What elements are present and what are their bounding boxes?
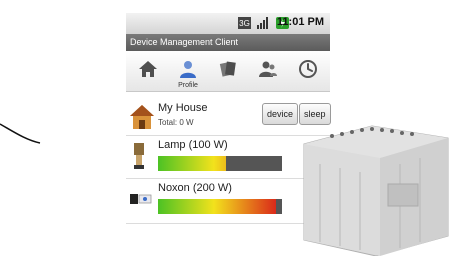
device-name: Lamp (100 W) [158, 139, 228, 151]
tab-home[interactable] [134, 56, 162, 88]
app-title: Device Management Client [130, 37, 239, 47]
power-meter-fill [158, 156, 227, 171]
device-button[interactable]: device [262, 103, 299, 125]
timer-icon [299, 60, 317, 78]
power-meter-fill [158, 199, 276, 214]
devices-icon [219, 61, 236, 77]
tab-devices[interactable] [214, 56, 242, 88]
power-meter [158, 199, 282, 214]
house-title: My House [158, 102, 208, 114]
network-3g-icon: 3G [238, 16, 251, 35]
lamp-icon [134, 143, 144, 169]
status-bar: 3G 11:01 PM [126, 13, 330, 34]
sleep-button[interactable]: sleep [299, 103, 331, 125]
radio-device-icon [130, 194, 152, 204]
home-icon [139, 61, 157, 77]
clock: 11:01 PM [276, 16, 324, 28]
tab-profile-label: Profile [178, 82, 198, 89]
power-meter [158, 156, 282, 171]
device-name: Noxon (200 W) [158, 182, 232, 194]
house-total: Total: 0 W [158, 118, 194, 127]
house-icon [130, 105, 154, 129]
tab-users[interactable] [254, 56, 282, 88]
svg-text:3G: 3G [239, 19, 250, 28]
tab-profile[interactable]: Profile [174, 56, 202, 89]
signal-icon [257, 16, 269, 35]
profile-icon [180, 61, 196, 78]
tab-timer[interactable] [294, 56, 322, 88]
users-icon [259, 61, 277, 77]
app-titlebar: Device Management Client [126, 34, 330, 51]
toolbar: Profile [126, 51, 330, 92]
breaker-module-image [303, 125, 449, 256]
